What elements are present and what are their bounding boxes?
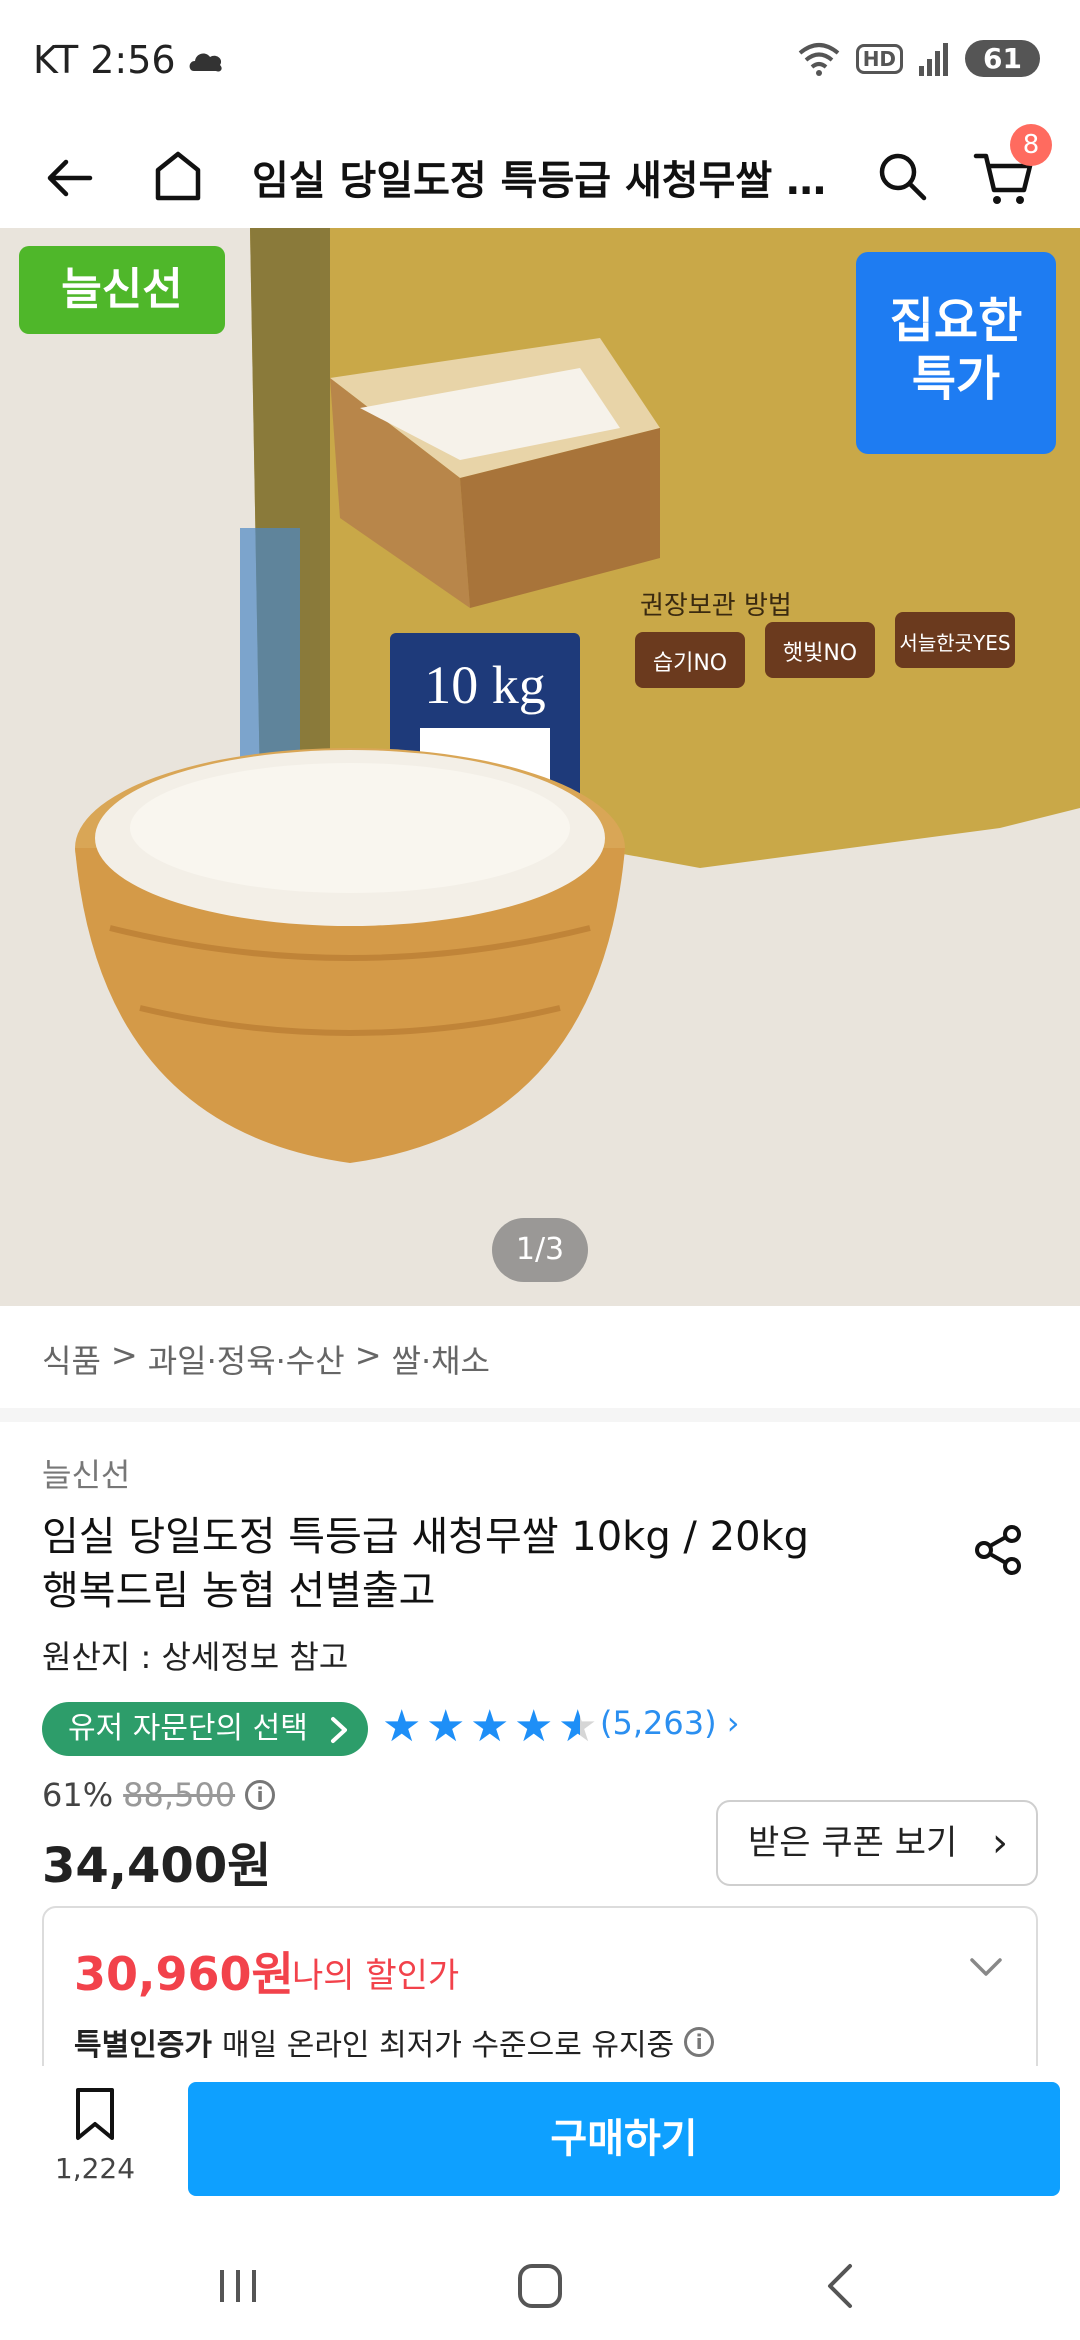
breadcrumb-fruit-meat-seafood[interactable]: 과일·정육·수산 [148,1336,345,1382]
origin-info: 원산지 : 상세정보 참고 [42,1638,349,1676]
home-icon[interactable] [148,146,208,206]
status-left: KT 2:56 [33,38,224,82]
star-half-icon: ★ [558,1701,598,1752]
product-image[interactable]: 10 kg 권장보관 방법 습기NO 햇빛NO 서늘한곳YES 늘신선 집요한 … [0,228,1080,1306]
star-full-icon: ★ [426,1701,466,1752]
certified-price-note: 특별인증가 매일 온라인 최저가 수준으로 유지중 i [74,2020,715,2064]
cloud-icon [189,53,222,72]
bag-badge-humidity: 습기NO [653,651,727,676]
special-deal-line2: 특가 [911,351,1001,407]
home-button-icon[interactable] [510,2256,570,2316]
special-deal-line1: 집요한 [889,293,1023,349]
signal-icon [919,42,949,76]
recent-apps-icon[interactable] [208,2256,268,2316]
search-icon[interactable] [872,146,932,206]
back-arrow-icon[interactable] [40,148,100,208]
product-name-line2: 행복드림 농협 선별출고 [42,1568,436,1614]
system-nav-bar [0,2226,1080,2340]
bottom-action-bar: 1,224 구매하기 [0,2066,1080,2226]
bookmark-count: 1,224 [54,2152,136,2185]
bag-badge-cool: 서늘한곳YES [899,631,1010,655]
breadcrumb-separator: > [110,1336,138,1374]
chevron-right-icon [331,1716,348,1743]
fresh-tag: 늘신선 [19,246,225,334]
certified-price-label: 특별인증가 [74,2028,212,2063]
bag-weight-text: 10 kg [424,655,546,715]
page-title: 임실 당일도정 특등급 새청무쌀 10kg / 20kg 행복드림 농협 선별출… [252,158,832,204]
top-nav: 임실 당일도정 특등급 새청무쌀 10kg / 20kg 행복드림 농협 선별출… [0,128,1080,228]
rating-stars[interactable]: ★ ★ ★ ★ ★ [382,1702,598,1752]
discount-rate: 61% [42,1776,114,1814]
sale-price: 34,400원 [42,1838,272,1894]
product-name: 임실 당일도정 특등급 새청무쌀 10kg / 20kg 행복드림 농협 선별출… [42,1510,902,1618]
my-discount-label: 나의 할인가 [292,1956,460,1996]
chevron-right-icon: › [726,1704,740,1742]
coupon-button-label: 받은 쿠폰 보기 [748,1823,958,1863]
wifi-icon [798,42,839,76]
bag-badge-sunlight: 햇빛NO [783,641,857,666]
image-page-indicator: 1/3 [492,1218,588,1282]
share-icon[interactable] [970,1522,1026,1578]
review-count-link[interactable]: (5,263) › [600,1704,740,1742]
system-back-icon[interactable] [812,2256,872,2316]
user-panel-choice-badge[interactable]: 유저 자문단의 선택 [42,1702,368,1756]
bookmark-icon [76,2088,114,2140]
chevron-right-icon: › [992,1820,1008,1866]
bookmark-button[interactable]: 1,224 [50,2086,140,2185]
battery-indicator: 61 [965,40,1040,77]
discount-row: 61% 88,500 i [42,1776,276,1814]
cart-count-badge: 8 [1010,124,1052,166]
breadcrumb: 식품 > 과일·정육·수산 > 쌀·채소 [42,1336,490,1382]
bag-storage-title: 권장보관 방법 [640,591,792,621]
product-name-line1: 임실 당일도정 특등급 새청무쌀 10kg / 20kg [42,1514,810,1560]
section-divider [0,1408,1080,1422]
star-full-icon: ★ [382,1701,422,1752]
certified-price-text: 매일 온라인 최저가 수준으로 유지중 [222,2028,675,2063]
view-coupons-button[interactable]: 받은 쿠폰 보기 › [716,1800,1038,1886]
breadcrumb-rice-vegetables[interactable]: 쌀·채소 [392,1336,491,1382]
carrier-time: KT 2:56 [33,38,176,82]
breadcrumb-food[interactable]: 식품 [42,1336,101,1382]
info-icon[interactable]: i [245,1780,276,1810]
star-full-icon: ★ [470,1701,510,1752]
choice-badge-label: 유저 자문단의 선택 [68,1711,308,1746]
seller-name[interactable]: 늘신선 [42,1450,130,1496]
hd-badge: HD [855,43,904,74]
breadcrumb-separator: > [354,1336,382,1374]
status-bar: KT 2:56 HD 61 [0,0,1080,128]
my-discount-price: 30,960원 [74,1947,294,2001]
status-right: HD 61 [796,40,1040,77]
buy-button[interactable]: 구매하기 [188,2082,1060,2196]
original-price: 88,500 [123,1776,236,1814]
special-deal-tag: 집요한 특가 [856,252,1056,454]
review-count: (5,263) [600,1704,717,1742]
star-full-icon: ★ [514,1701,554,1752]
info-icon[interactable]: i [684,2027,715,2057]
chevron-down-icon[interactable] [966,1948,1006,1988]
